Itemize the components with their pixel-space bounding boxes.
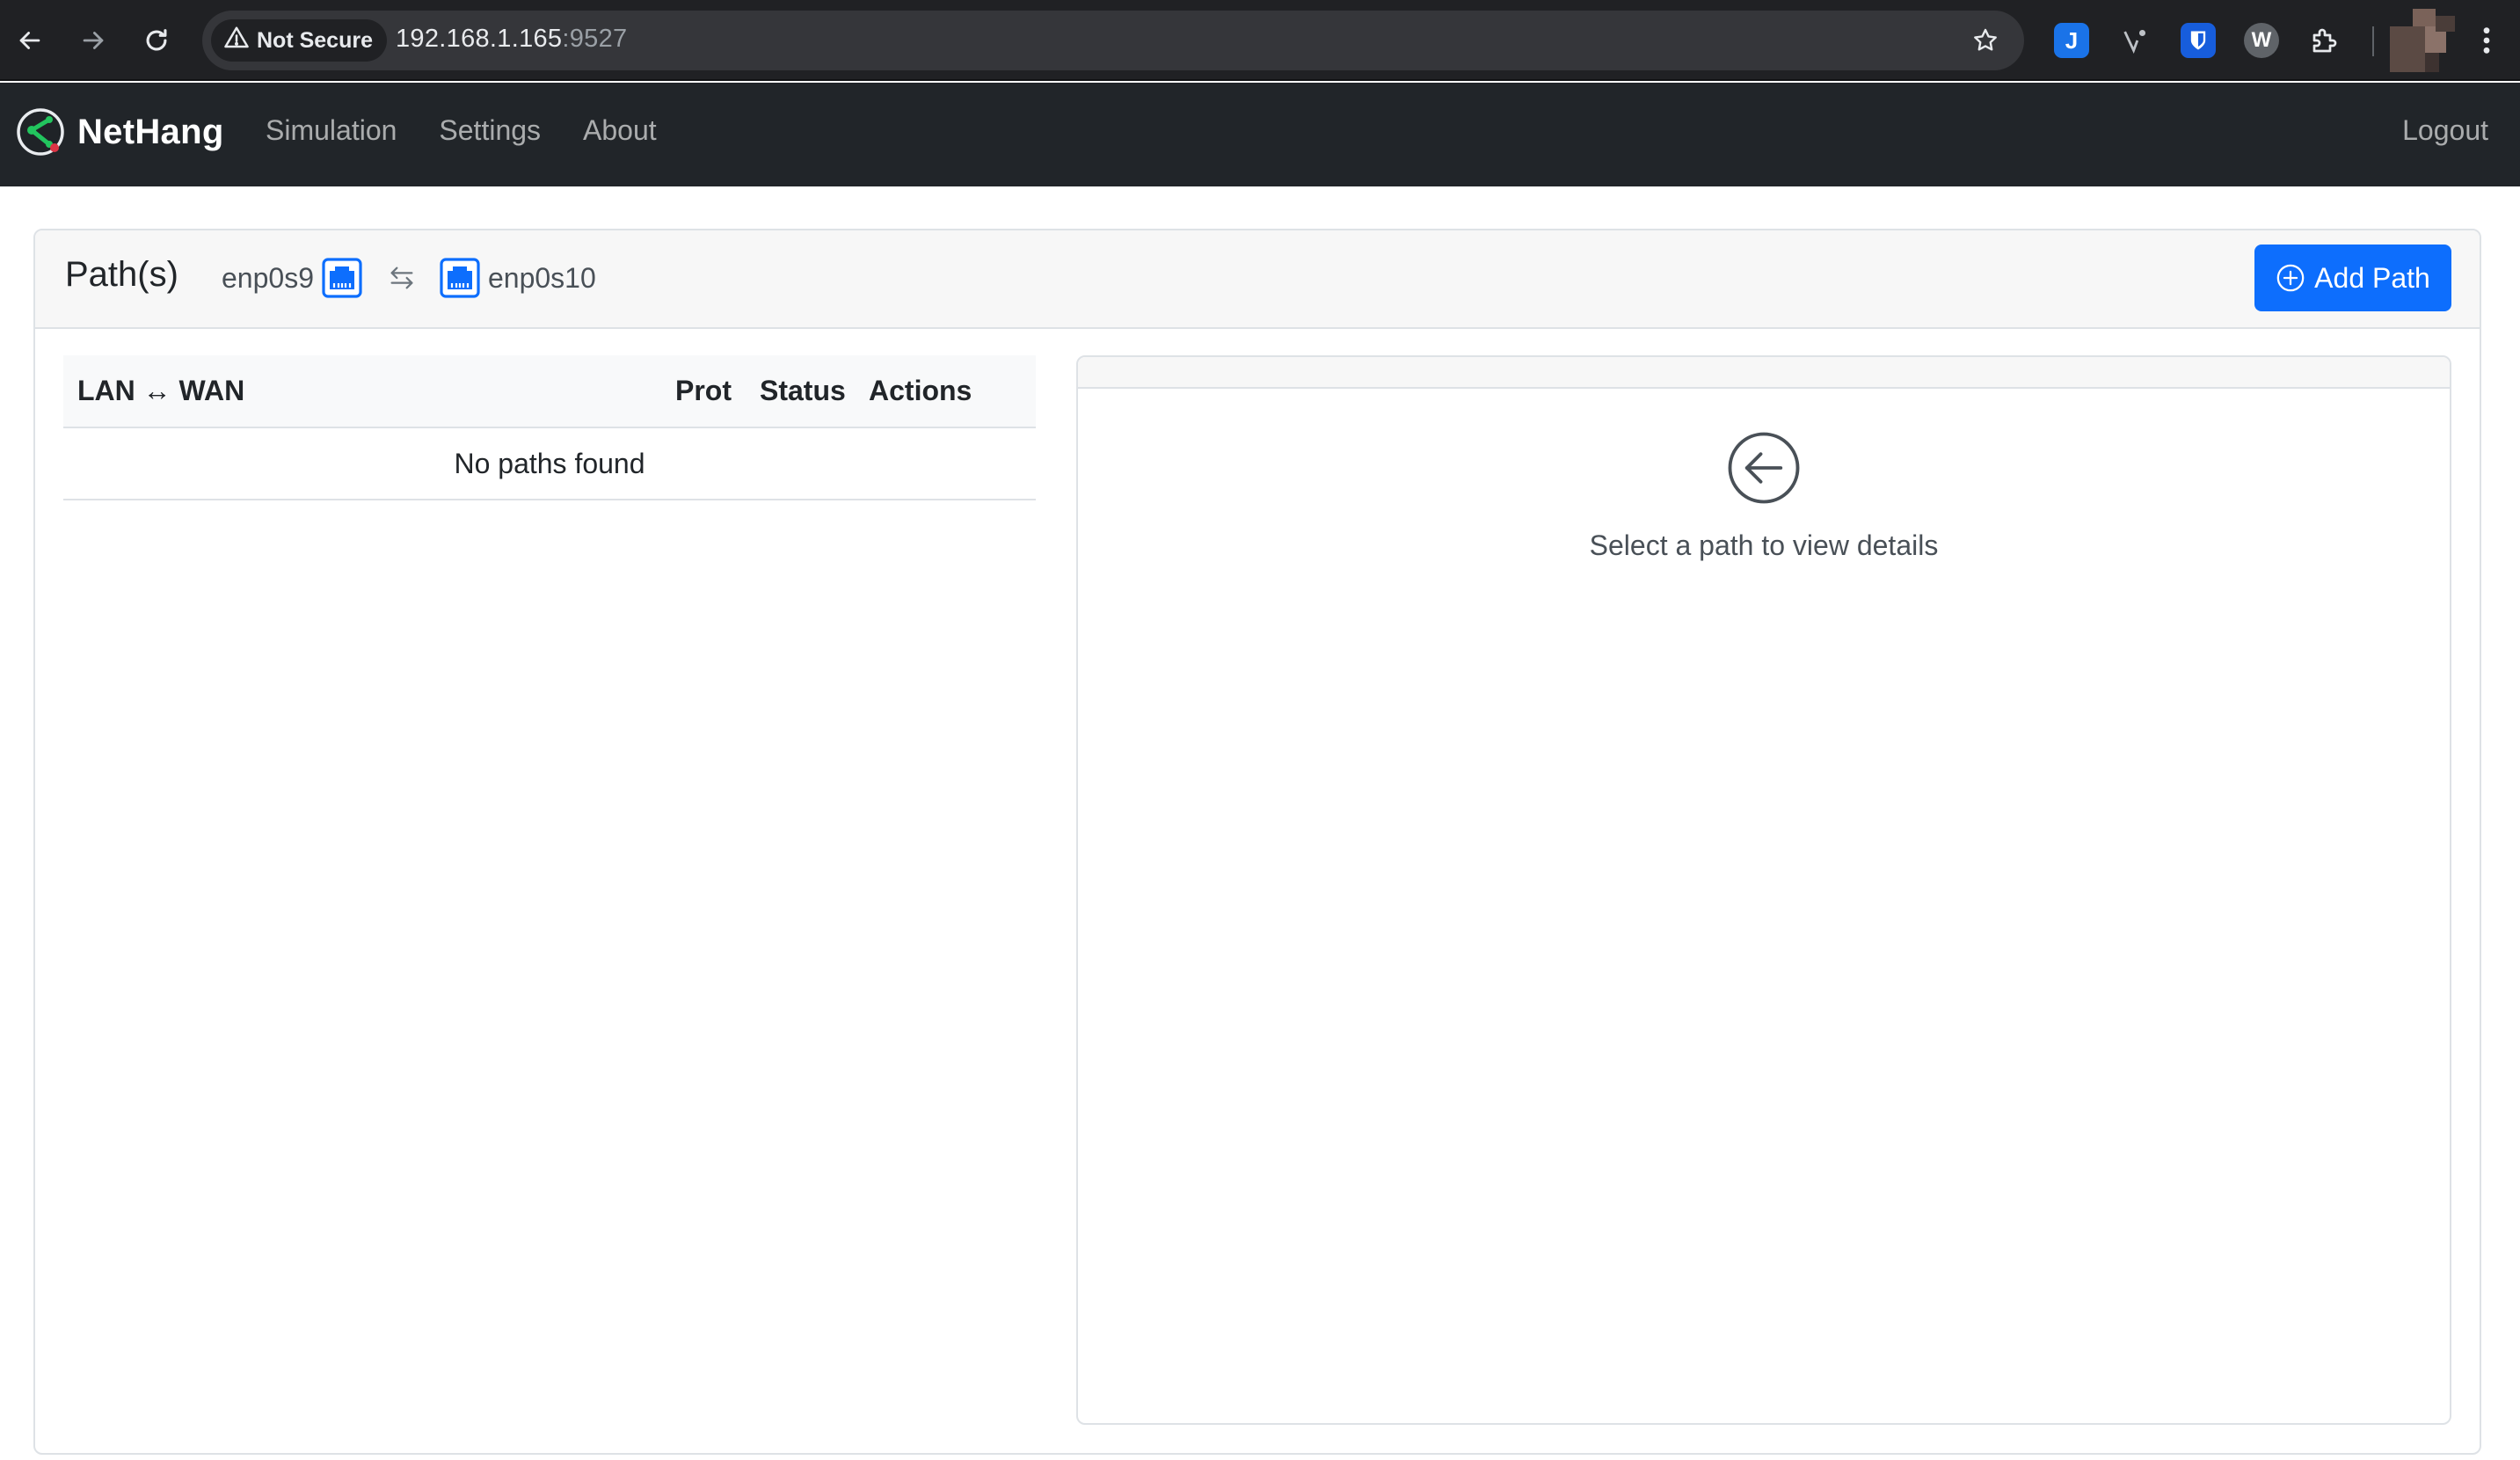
nav-link-settings[interactable]: Settings — [439, 114, 541, 147]
nethang-logo-icon — [17, 108, 64, 156]
toolbar-divider — [2372, 26, 2374, 56]
ethernet-port-icon — [321, 257, 363, 299]
paths-table: LAN ↔ WAN Prot Status Actions No paths f… — [63, 355, 1036, 500]
nav-link-simulation[interactable]: Simulation — [266, 114, 397, 147]
paths-card: Path(s) enp0s9 enp0s10 Add Path LAN ↔ WA… — [33, 229, 2481, 1455]
add-path-button[interactable]: Add Path — [2254, 245, 2451, 311]
security-label: Not Secure — [257, 27, 373, 53]
details-panel-header — [1078, 357, 2450, 389]
column-header-status: Status — [746, 355, 869, 428]
url-port: :9527 — [562, 25, 628, 53]
chrome-menu-icon[interactable] — [2469, 19, 2504, 62]
brand-name: NetHang — [77, 112, 224, 151]
paths-card-header: Path(s) enp0s9 enp0s10 Add Path — [35, 230, 2480, 329]
app-navbar: NetHang Simulation Settings About Logout — [0, 83, 2520, 186]
browser-toolbar: Not Secure 192.168.1.165:9527 J W — [0, 0, 2520, 81]
add-path-label: Add Path — [2314, 261, 2430, 294]
warning-icon — [223, 25, 250, 57]
profile-avatar[interactable] — [2390, 9, 2458, 72]
arrow-left-circle-icon — [1728, 432, 1800, 504]
wan-interface-label: enp0s10 — [487, 261, 596, 294]
table-header-row: LAN ↔ WAN Prot Status Actions — [63, 355, 1036, 428]
url-text[interactable]: 192.168.1.165:9527 — [396, 25, 627, 54]
bitwarden-icon[interactable] — [2181, 23, 2216, 58]
ethernet-port-icon — [439, 257, 481, 299]
j-extension-icon[interactable]: J — [2054, 23, 2089, 58]
w-extension-icon[interactable]: W — [2244, 23, 2279, 58]
plus-circle-icon — [2276, 263, 2305, 293]
reload-icon[interactable] — [134, 18, 179, 63]
table-row-empty: No paths found — [63, 427, 1036, 500]
logout-link[interactable]: Logout — [2402, 114, 2488, 147]
security-chip[interactable]: Not Secure — [211, 19, 387, 62]
extensions-puzzle-icon[interactable] — [2307, 23, 2342, 58]
url-host: 192.168.1.165 — [396, 25, 563, 53]
swap-arrows-icon — [384, 260, 419, 296]
column-header-prot: Prot — [631, 355, 746, 428]
page-title: Path(s) — [65, 255, 178, 294]
address-bar[interactable]: Not Secure 192.168.1.165:9527 — [202, 11, 2024, 70]
nav-link-about[interactable]: About — [583, 114, 657, 147]
details-empty-state: Select a path to view details — [1078, 431, 2450, 562]
interface-pair: enp0s9 enp0s10 — [222, 257, 596, 299]
forward-icon[interactable] — [70, 18, 116, 63]
column-header-lan-wan: LAN ↔ WAN — [63, 355, 631, 428]
v-extension-icon[interactable] — [2117, 23, 2152, 58]
brand[interactable]: NetHang — [16, 107, 224, 157]
nav-links: Simulation Settings About — [266, 114, 657, 147]
back-icon[interactable] — [7, 18, 53, 63]
empty-table-message: No paths found — [63, 427, 1036, 500]
lan-interface-label: enp0s9 — [222, 261, 314, 294]
path-details-panel: Select a path to view details — [1076, 355, 2451, 1425]
bookmark-star-icon[interactable] — [1966, 21, 2005, 60]
details-empty-message: Select a path to view details — [1589, 529, 1939, 561]
column-header-actions: Actions — [869, 355, 1036, 428]
